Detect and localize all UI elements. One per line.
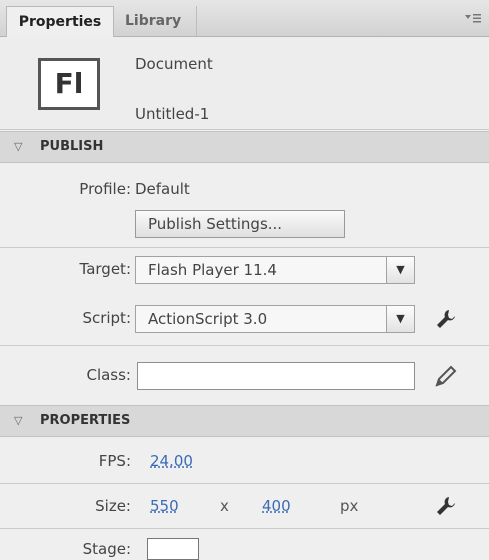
stage-label: Stage: bbox=[82, 540, 131, 558]
tab-bar: Properties Library bbox=[0, 0, 489, 37]
unit-label: px bbox=[340, 497, 359, 515]
script-select[interactable]: ActionScript 3.0 ▼ bbox=[135, 305, 415, 333]
width-value[interactable]: 550 bbox=[150, 497, 179, 515]
triangle-down-icon[interactable]: ▽ bbox=[14, 406, 22, 436]
properties-panel: Properties Library Fl Document Untitled-… bbox=[0, 0, 489, 560]
target-select[interactable]: Flash Player 11.4 ▼ bbox=[135, 256, 415, 284]
class-row: Class: bbox=[0, 362, 489, 390]
profile-label: Profile: bbox=[79, 180, 131, 198]
divider bbox=[0, 345, 489, 346]
script-label: Script: bbox=[82, 309, 131, 327]
wrench-icon[interactable] bbox=[435, 495, 457, 517]
tab-divider bbox=[196, 6, 197, 36]
document-header: Fl Document Untitled-1 bbox=[0, 37, 489, 130]
properties-section-header[interactable]: ▽ PROPERTIES bbox=[0, 405, 489, 437]
divider bbox=[0, 528, 489, 529]
chevron-down-icon[interactable]: ▼ bbox=[386, 257, 414, 283]
target-label: Target: bbox=[79, 260, 131, 278]
fps-value[interactable]: 24.00 bbox=[150, 452, 193, 470]
size-label: Size: bbox=[95, 497, 131, 515]
class-input[interactable] bbox=[137, 362, 415, 390]
panel-menu-icon[interactable] bbox=[465, 12, 481, 24]
target-select-value: Flash Player 11.4 bbox=[148, 261, 277, 279]
target-row: Target: Flash Player 11.4 ▼ bbox=[0, 256, 489, 284]
script-select-value: ActionScript 3.0 bbox=[148, 310, 268, 328]
height-value[interactable]: 400 bbox=[262, 497, 291, 515]
divider bbox=[0, 247, 489, 248]
triangle-down-icon[interactable]: ▽ bbox=[14, 132, 22, 162]
profile-value: Default bbox=[135, 180, 190, 198]
chevron-down-icon[interactable]: ▼ bbox=[386, 306, 414, 332]
flash-document-icon: Fl bbox=[38, 58, 100, 110]
wrench-icon[interactable] bbox=[435, 308, 457, 330]
publish-settings-button[interactable]: Publish Settings... bbox=[135, 210, 345, 238]
pencil-icon[interactable] bbox=[432, 364, 458, 390]
tab-properties[interactable]: Properties bbox=[6, 6, 114, 37]
script-row: Script: ActionScript 3.0 ▼ bbox=[0, 305, 489, 333]
times-sign: x bbox=[220, 497, 229, 515]
class-label: Class: bbox=[86, 366, 131, 384]
tab-library[interactable]: Library bbox=[125, 6, 181, 36]
document-type-label: Document bbox=[135, 55, 213, 73]
divider bbox=[0, 483, 489, 484]
publish-section-header[interactable]: ▽ PUBLISH bbox=[0, 131, 489, 163]
fps-label: FPS: bbox=[98, 452, 131, 470]
panel-menu-icon-svg bbox=[465, 14, 481, 23]
stage-color-swatch[interactable] bbox=[147, 538, 199, 560]
document-name: Untitled-1 bbox=[135, 105, 210, 123]
publish-settings-row: Publish Settings... bbox=[0, 210, 489, 238]
publish-section-title: PUBLISH bbox=[40, 139, 104, 154]
properties-section-title: PROPERTIES bbox=[40, 413, 131, 428]
